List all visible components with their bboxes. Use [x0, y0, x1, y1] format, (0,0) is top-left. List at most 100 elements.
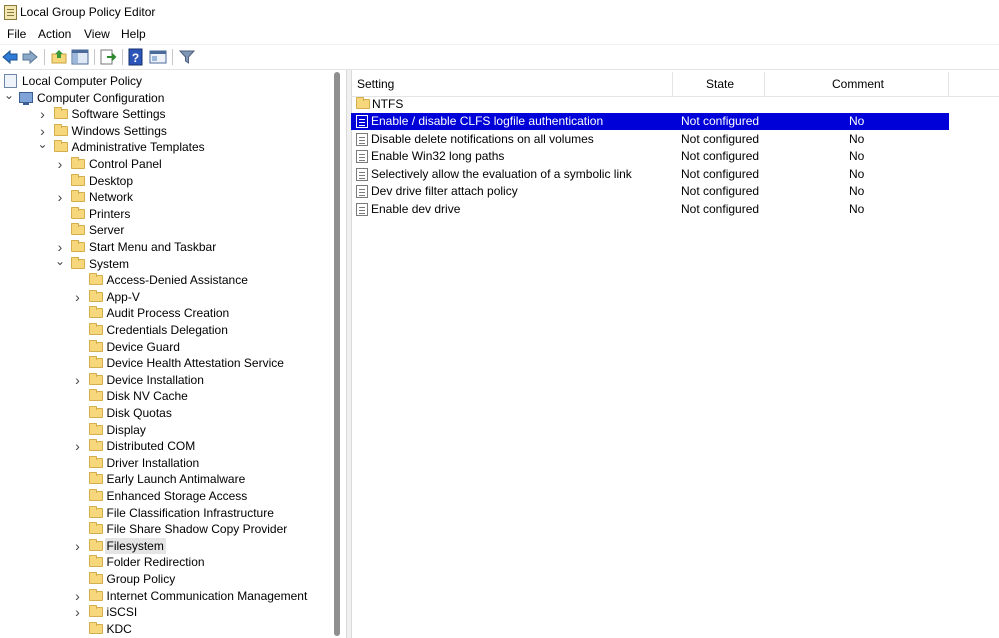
list-item-folder[interactable]: NTFS — [351, 96, 949, 113]
setting-row[interactable]: Selectively allow the evaluation of a sy… — [351, 166, 949, 183]
tree-item-label: Distributed COM — [106, 439, 196, 454]
help-icon[interactable]: ? — [127, 48, 145, 66]
setting-row[interactable]: Enable dev drive Not configured No — [351, 201, 949, 218]
menu-action[interactable]: Action — [38, 27, 71, 41]
column-header-comment[interactable]: Comment — [832, 72, 884, 96]
tree-item-label: Enhanced Storage Access — [106, 489, 248, 503]
tree-item-label: Display — [106, 422, 146, 437]
properties-icon[interactable] — [149, 48, 167, 66]
folder-icon — [88, 323, 103, 335]
setting-name: Selectively allow the evaluation of a sy… — [371, 166, 632, 181]
tree-item[interactable]: Device Health Attestation Service — [0, 355, 330, 371]
chevron-down-icon[interactable]: ⌄ — [4, 89, 14, 106]
chevron-right-icon[interactable]: › — [55, 189, 65, 205]
tree-item[interactable]: Driver Installation — [0, 455, 330, 471]
tree-item[interactable]: Disk NV Cache — [0, 388, 330, 404]
chevron-right-icon[interactable]: › — [73, 289, 83, 305]
chevron-right-icon[interactable]: › — [55, 156, 65, 172]
setting-row[interactable]: Enable Win32 long paths Not configured No — [351, 148, 949, 165]
chevron-right-icon[interactable]: › — [38, 106, 48, 122]
tree-item[interactable]: Access-Denied Assistance — [0, 272, 330, 288]
folder-icon — [71, 240, 85, 252]
show-hide-tree-icon[interactable] — [71, 48, 89, 66]
tree-item[interactable]: Folder Redirection — [0, 554, 330, 570]
chevron-right-icon[interactable]: › — [55, 239, 65, 255]
chevron-right-icon[interactable]: › — [73, 588, 83, 604]
scrollbar-thumb[interactable] — [334, 72, 340, 636]
back-arrow-icon[interactable] — [1, 48, 19, 66]
chevron-right-icon[interactable]: › — [73, 604, 83, 620]
folder-icon — [71, 256, 85, 269]
tree-item[interactable]: Disk Quotas — [0, 405, 330, 421]
setting-row[interactable]: Disable delete notifications on all volu… — [351, 131, 949, 148]
menu-view[interactable]: View — [84, 27, 110, 41]
expander-placeholder — [55, 206, 65, 222]
tree-item[interactable]: Group Policy — [0, 571, 330, 587]
up-folder-icon[interactable] — [50, 48, 68, 66]
tree-item[interactable]: › Start Menu and Taskbar — [0, 239, 330, 255]
folder-icon — [88, 372, 103, 385]
folder-icon — [356, 97, 370, 109]
tree-item[interactable]: Enhanced Storage Access — [0, 488, 330, 504]
tree-item[interactable]: › Network — [0, 189, 330, 205]
tree-item[interactable]: ⌄ Administrative Templates — [0, 138, 330, 155]
forward-arrow-icon[interactable] — [21, 48, 39, 66]
tree-item[interactable]: Early Launch Antimalware — [0, 471, 330, 487]
tree-item[interactable]: Local Computer Policy — [0, 73, 330, 89]
tree-item[interactable]: Desktop — [0, 173, 330, 189]
tree-item[interactable]: › Windows Settings — [0, 123, 330, 139]
tree-item[interactable]: › Device Installation — [0, 372, 330, 388]
tree-item[interactable]: › Filesystem — [0, 537, 330, 554]
chevron-down-icon[interactable]: ⌄ — [38, 138, 48, 155]
tree-item[interactable]: Server — [0, 222, 330, 238]
policy-icon — [4, 74, 17, 88]
column-divider[interactable] — [672, 72, 673, 96]
tree-item[interactable]: Credentials Delegation — [0, 322, 330, 338]
setting-row[interactable]: Dev drive filter attach policy Not config… — [351, 183, 949, 200]
tree-item[interactable]: Printers — [0, 206, 330, 222]
tree-item[interactable]: › iSCSI — [0, 604, 330, 620]
chevron-right-icon[interactable]: › — [73, 438, 83, 454]
tree-item[interactable]: › Control Panel — [0, 156, 330, 172]
setting-row[interactable]: Enable / disable CLFS logfile authentica… — [351, 113, 949, 130]
tree-item[interactable]: › Software Settings — [0, 106, 330, 122]
export-list-icon[interactable] — [99, 48, 117, 66]
chevron-right-icon[interactable]: › — [38, 123, 48, 139]
chevron-right-icon[interactable]: › — [73, 372, 83, 388]
expander-placeholder — [55, 173, 65, 189]
tree-item[interactable]: › Internet Communication Management — [0, 588, 330, 604]
tree-item[interactable]: Display — [0, 422, 330, 438]
tree-item[interactable]: KDC — [0, 621, 330, 637]
tree-item[interactable]: ⌄ Computer Configuration — [0, 89, 330, 106]
filter-icon[interactable] — [178, 48, 196, 66]
column-divider[interactable] — [764, 72, 765, 96]
toolbar-separator — [172, 49, 173, 65]
tree-item[interactable]: ⌄ System — [0, 255, 330, 272]
expander-placeholder — [73, 322, 83, 338]
policy-setting-icon — [356, 185, 368, 198]
tree-item-label: Audit Process Creation — [106, 306, 230, 321]
tree-item[interactable]: File Share Shadow Copy Provider — [0, 521, 330, 537]
chevron-right-icon[interactable]: › — [73, 538, 83, 554]
toolbar-separator — [94, 49, 95, 65]
expander-placeholder — [73, 621, 83, 637]
folder-icon — [88, 605, 103, 618]
tree-item[interactable]: › App-V — [0, 289, 330, 305]
tree-item[interactable]: Audit Process Creation — [0, 305, 330, 321]
menu-help[interactable]: Help — [121, 27, 146, 41]
tree-vertical-scrollbar[interactable] — [331, 70, 345, 638]
console-tree[interactable]: Local Computer Policy ⌄ Computer Configura… — [0, 70, 330, 638]
column-header-setting[interactable]: Setting — [357, 72, 394, 96]
tree-item[interactable]: File Classification Infrastructure — [0, 505, 330, 521]
tree-item[interactable]: › Distributed COM — [0, 438, 330, 454]
chevron-down-icon[interactable]: ⌄ — [55, 255, 65, 272]
tree-item-label: Access-Denied Assistance — [106, 273, 248, 288]
tree-item-label: File Share Shadow Copy Provider — [106, 522, 288, 537]
menu-file[interactable]: File — [7, 27, 26, 41]
tree-item[interactable]: Device Guard — [0, 339, 330, 355]
column-header-state[interactable]: State — [706, 72, 734, 96]
column-divider[interactable] — [948, 72, 949, 96]
tree-item-label: Disk NV Cache — [106, 389, 188, 404]
expander-placeholder — [73, 339, 83, 355]
expander-placeholder — [73, 355, 83, 371]
